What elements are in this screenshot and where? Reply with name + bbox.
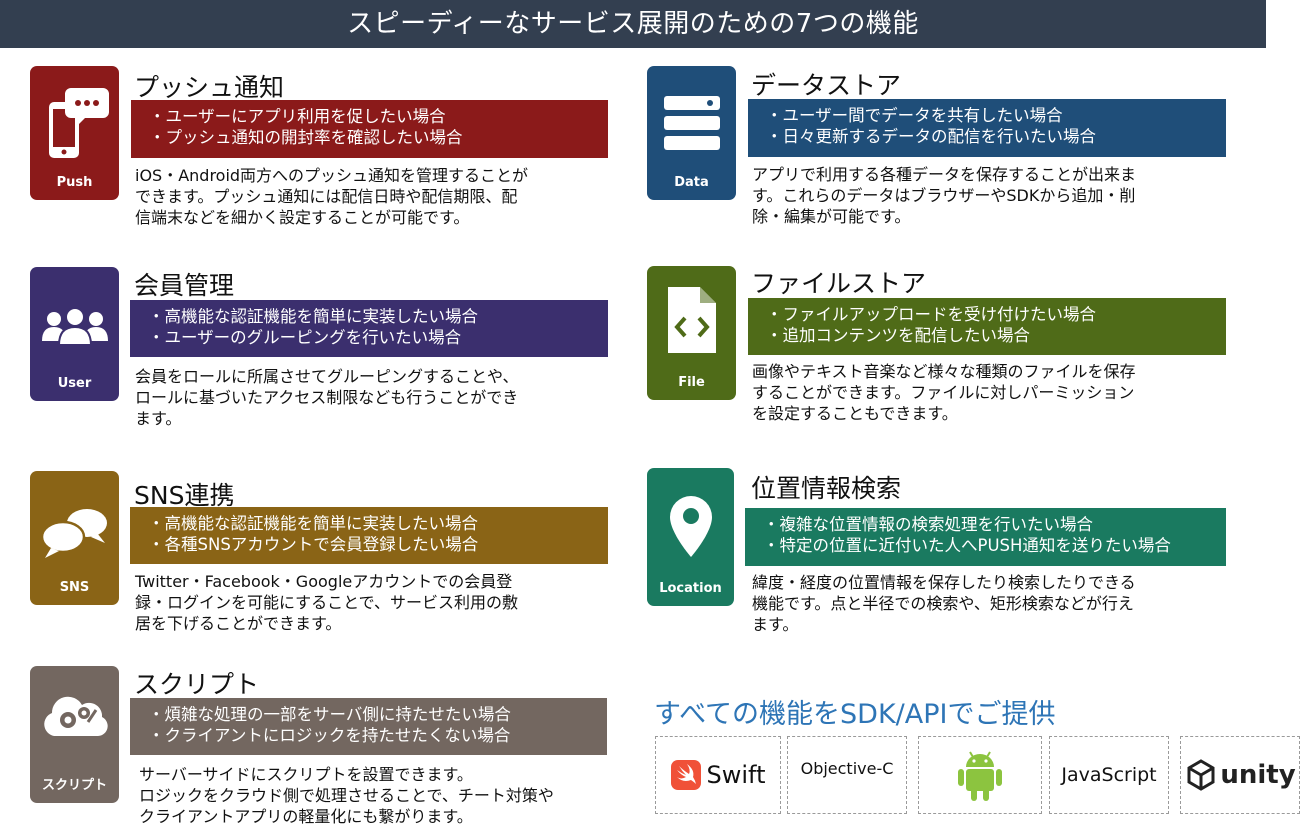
sdk-label: Swift: [706, 761, 766, 789]
use-case-bar: ・高機能な認証機能を簡単に実装したい場合 ・ユーザーのグルーピングを行いたい場合: [130, 300, 608, 357]
sdk-title: すべての機能をSDK/APIでご提供: [654, 699, 1056, 730]
use-case-bar: ・ファイルアップロードを受け付けたい場合 ・追加コンテンツを配信したい場合: [748, 298, 1226, 355]
cloud-gears-icon: [30, 688, 119, 744]
tile-label: User: [57, 376, 92, 391]
feature-description: アプリで利用する各種データを保存することが出来ま す。これらのデータはブラウザーや…: [752, 165, 1137, 226]
data-tile: Data: [647, 66, 736, 200]
use-case-bar: ・高機能な認証機能を簡単に実装したい場合 ・各種SNSアカウントで会員登録したい…: [130, 507, 608, 564]
sdk-label: JavaScript: [1061, 764, 1157, 786]
use-case-item: ・ユーザーにアプリ利用を促したい場合: [149, 107, 446, 126]
push-tile: Push: [30, 66, 119, 200]
android-logo-icon: [958, 751, 1002, 801]
sdk-label: unity: [1220, 760, 1296, 790]
feature-description: 会員をロールに所属させてグルーピングすることや、 ロールに基づいたアクセス制限など…: [135, 367, 519, 428]
sdk-swift: Swift: [655, 736, 781, 814]
use-case-item: ・日々更新するデータの配信を行いたい場合: [766, 127, 1096, 146]
use-case-bar: ・複雑な位置情報の検索処理を行いたい場合 ・特定の位置に近付いた人へPUSH通知…: [745, 508, 1226, 566]
location-tile: Location: [647, 468, 734, 606]
tile-label: SNS: [59, 580, 90, 595]
users-icon: [30, 307, 119, 347]
use-case-bar: ・ユーザー間でデータを共有したい場合 ・日々更新するデータの配信を行いたい場合: [748, 99, 1226, 157]
use-case-item: ・ユーザーのグルーピングを行いたい場合: [148, 328, 462, 347]
sdk-objective-c: Objective-C: [787, 736, 907, 814]
use-case-item: ・ユーザー間でデータを共有したい場合: [766, 106, 1063, 125]
use-case-item: ・プッシュ通知の開封率を確認したい場合: [149, 128, 463, 147]
sdk-javascript: JavaScript: [1049, 736, 1169, 814]
database-icon: [647, 84, 736, 154]
file-tile: File: [647, 266, 736, 400]
use-case-item: ・各種SNSアカウントで会員登録したい場合: [148, 535, 479, 554]
feature-description: 緯度・経度の位置情報を保存したり検索したりできる 機能です。点と半径での検索や、矩…: [752, 573, 1136, 634]
use-case-bar: ・煩雑な処理の一部をサーバ側に持たせたい場合 ・クライアントにロジックを持たせた…: [130, 698, 607, 755]
sdk-android: [918, 736, 1042, 814]
use-case-item: ・追加コンテンツを配信したい場合: [766, 326, 1030, 345]
sns-tile: SNS: [30, 471, 119, 605]
feature-title: ファイルストア: [751, 269, 927, 298]
tile-label: Data: [674, 175, 709, 190]
speech-bubbles-icon: [30, 507, 119, 559]
unity-logo-icon: [1187, 759, 1215, 791]
use-case-item: ・クライアントにロジックを持たせたくない場合: [148, 726, 511, 745]
feature-title: データストア: [751, 71, 902, 100]
use-case-item: ・高機能な認証機能を簡単に実装したい場合: [148, 307, 478, 326]
user-tile: User: [30, 267, 119, 401]
use-case-item: ・高機能な認証機能を簡単に実装したい場合: [148, 514, 478, 533]
tile-label: File: [678, 375, 705, 390]
feature-title: プッシュ通知: [134, 73, 285, 102]
phone-chat-icon: [30, 84, 119, 164]
use-case-item: ・ファイルアップロードを受け付けたい場合: [766, 305, 1096, 324]
tile-label: スクリプト: [41, 778, 107, 793]
tile-label: Location: [659, 581, 722, 596]
page-banner: スピーディーなサービス展開のための7つの機能: [0, 0, 1266, 48]
tile-label: Push: [56, 175, 93, 190]
feature-description: サーバーサイドにスクリプトを設置できます。 ロジックをクラウド側で処理させることで…: [139, 765, 554, 826]
feature-title: スクリプト: [134, 670, 260, 699]
use-case-item: ・複雑な位置情報の検索処理を行いたい場合: [763, 515, 1093, 534]
script-tile: スクリプト: [30, 666, 119, 803]
sdk-label: Objective-C: [800, 759, 894, 778]
feature-title: 会員管理: [134, 271, 235, 300]
use-case-item: ・煩雑な処理の一部をサーバ側に持たせたい場合: [148, 705, 511, 724]
code-file-icon: [647, 284, 736, 356]
feature-description: Twitter・Facebook・Googleアカウントでの会員登 録・ログインを…: [135, 572, 519, 633]
swift-logo-icon: [670, 760, 701, 790]
map-pin-icon: [647, 494, 734, 560]
feature-title: 位置情報検索: [751, 474, 902, 503]
use-case-bar: ・ユーザーにアプリ利用を促したい場合 ・プッシュ通知の開封率を確認したい場合: [131, 100, 608, 158]
feature-description: iOS・Android両方へのプッシュ通知を管理することが できます。プッシュ通知…: [135, 166, 529, 227]
feature-description: 画像やテキスト音楽など様々な種類のファイルを保存 することができます。ファイルに対…: [752, 362, 1136, 423]
sdk-unity: unity: [1180, 736, 1300, 814]
use-case-item: ・特定の位置に近付いた人へPUSH通知を送りたい場合: [763, 536, 1171, 555]
